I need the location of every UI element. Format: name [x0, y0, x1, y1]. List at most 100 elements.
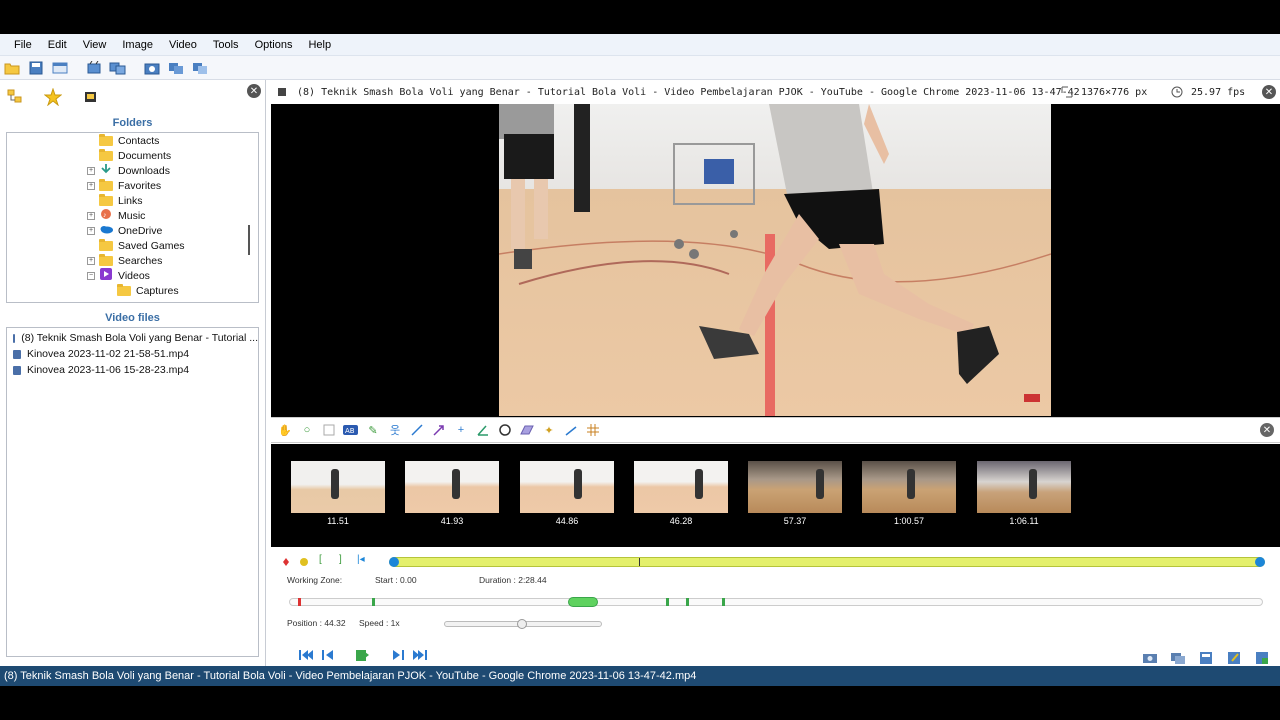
last-frame-icon[interactable] — [411, 647, 429, 663]
tree-item[interactable]: − Videos — [7, 268, 258, 283]
tree-item[interactable]: + Searches — [7, 253, 258, 268]
sequence-snapshot-icon[interactable] — [1170, 651, 1186, 665]
speed-knob[interactable] — [517, 619, 527, 629]
menu-tools[interactable]: Tools — [205, 39, 247, 51]
dual-player-icon[interactable] — [108, 58, 128, 78]
magnifier-icon[interactable]: ✦ — [541, 422, 557, 438]
export-data-icon[interactable] — [1254, 651, 1270, 665]
video-file-item[interactable]: Kinovea 2023-11-06 15-28-23.mp4 — [7, 362, 258, 378]
camera-tab-icon[interactable] — [82, 88, 100, 106]
position-thumb[interactable] — [568, 597, 598, 607]
tree-expander-icon[interactable]: + — [87, 226, 95, 235]
keyframe-marker[interactable] — [722, 598, 725, 606]
keyframe-thumbnail[interactable] — [748, 461, 842, 513]
video-file-item[interactable]: Kinovea 2023-11-02 21-58-51.mp4 — [7, 346, 258, 362]
tree-item[interactable]: + ♪ Music — [7, 208, 258, 223]
tree-expander-icon[interactable]: + — [87, 181, 95, 190]
line-tool-icon[interactable] — [409, 422, 425, 438]
tree-scrollbar[interactable] — [248, 225, 250, 255]
tree-item-label: Searches — [118, 254, 163, 267]
drawbar-close-icon[interactable]: ✕ — [1260, 423, 1274, 437]
grid-tool-icon[interactable] — [585, 422, 601, 438]
human-model-icon[interactable]: 웃 — [387, 422, 403, 438]
tree-item[interactable]: + Downloads — [7, 163, 258, 178]
player-close-icon[interactable]: ✕ — [1262, 85, 1276, 99]
working-zone-bar[interactable] — [389, 557, 1265, 567]
menu-video[interactable]: Video — [161, 39, 205, 51]
position-track[interactable] — [289, 597, 1263, 607]
next-frame-icon[interactable] — [389, 647, 407, 663]
panel-close-icon[interactable]: ✕ — [247, 84, 261, 98]
video-frame[interactable] — [499, 104, 1051, 416]
hand-tool-icon[interactable]: ✋ — [277, 422, 293, 438]
tree-expander-icon[interactable]: + — [87, 256, 95, 265]
video-file-list[interactable]: (8) Teknik Smash Bola Voli yang Benar - … — [6, 327, 259, 657]
export-video-icon[interactable] — [1198, 651, 1214, 665]
angle-tool-icon[interactable] — [475, 422, 491, 438]
cross-marker-icon[interactable]: + — [453, 422, 469, 438]
menu-edit[interactable]: Edit — [40, 39, 75, 51]
tree-item[interactable]: Saved Games — [7, 238, 258, 253]
menu-file[interactable]: File — [6, 39, 40, 51]
previous-frame-icon[interactable] — [319, 647, 337, 663]
working-zone-start-handle[interactable] — [389, 557, 399, 567]
folder-tree[interactable]: Contacts Documents + Downloads + Favorites Lin… — [6, 132, 259, 303]
menu-image[interactable]: Image — [114, 39, 161, 51]
keyframe-thumbnail[interactable] — [405, 461, 499, 513]
explorer-tab-icon[interactable] — [6, 88, 24, 106]
tree-item[interactable]: Links — [7, 193, 258, 208]
working-zone-label: Working Zone: — [287, 575, 343, 585]
speed-slider[interactable] — [444, 619, 602, 629]
circle-tool-icon[interactable] — [497, 422, 513, 438]
keyframe-thumbnail[interactable] — [862, 461, 956, 513]
label-tool-icon[interactable]: AB — [343, 422, 359, 438]
comment-icon[interactable] — [321, 422, 337, 438]
tree-item[interactable]: Contacts — [7, 133, 258, 148]
keyframe-marker[interactable] — [372, 598, 375, 606]
tree-item[interactable]: + Favorites — [7, 178, 258, 193]
save-with-drawings-icon[interactable] — [1226, 651, 1242, 665]
arrow-tool-icon[interactable] — [431, 422, 447, 438]
menu-view[interactable]: View — [75, 39, 115, 51]
position-cursor[interactable] — [298, 598, 301, 606]
explorer-icon[interactable] — [50, 58, 70, 78]
tree-expander-icon[interactable]: − — [87, 271, 95, 280]
working-zone-end-handle[interactable] — [1255, 557, 1265, 567]
fps-text: 25.97 fps — [1191, 86, 1246, 98]
tree-item[interactable]: + OneDrive — [7, 223, 258, 238]
play-pause-icon[interactable] — [353, 647, 371, 663]
keyframe-marker[interactable] — [686, 598, 689, 606]
keyframe-thumbnail[interactable] — [291, 461, 385, 513]
keyframe-thumbnail[interactable] — [520, 461, 614, 513]
music-icon: ♪ — [99, 208, 113, 223]
marker-yellow-icon[interactable] — [299, 557, 309, 567]
marker-red-icon[interactable] — [281, 557, 291, 567]
tree-expander-icon[interactable]: + — [87, 166, 95, 175]
zone-end-bracket-icon[interactable]: ] — [339, 554, 342, 565]
zone-start-bracket-icon[interactable]: [ — [319, 554, 322, 565]
capture-icon[interactable] — [142, 58, 162, 78]
single-player-icon[interactable] — [84, 58, 104, 78]
plane-tool-icon[interactable] — [519, 422, 535, 438]
tree-expander-icon[interactable]: + — [87, 211, 95, 220]
dual-capture-icon[interactable] — [166, 58, 186, 78]
first-frame-icon[interactable] — [297, 647, 315, 663]
save-icon[interactable] — [26, 58, 46, 78]
favorites-star-icon[interactable] — [44, 88, 62, 106]
snapshot-icon[interactable] — [1142, 651, 1158, 665]
tree-item[interactable]: Captures — [7, 283, 258, 298]
keyframe-thumbnail[interactable] — [977, 461, 1071, 513]
mixed-icon[interactable] — [190, 58, 210, 78]
keyframe-icon[interactable]: ○ — [299, 422, 315, 438]
open-folder-icon[interactable] — [2, 58, 22, 78]
menu-options[interactable]: Options — [247, 39, 301, 51]
pencil-icon[interactable]: ✎ — [365, 422, 381, 438]
tree-item[interactable]: Documents — [7, 148, 258, 163]
keyframe-thumbnail[interactable] — [634, 461, 728, 513]
video-file-item[interactable]: (8) Teknik Smash Bola Voli yang Benar - … — [7, 330, 258, 346]
video-viewport[interactable] — [271, 104, 1280, 417]
keyframe-marker[interactable] — [666, 598, 669, 606]
chrono-icon[interactable] — [563, 422, 579, 438]
menu-help[interactable]: Help — [300, 39, 339, 51]
zone-reset-icon[interactable]: |◂ — [357, 554, 365, 565]
